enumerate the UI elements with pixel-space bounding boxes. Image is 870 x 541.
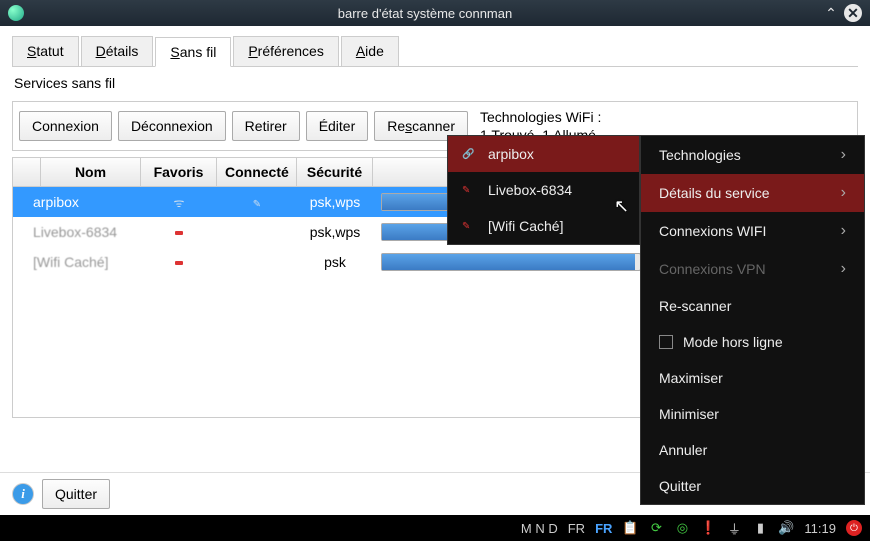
row-name: arpibox: [13, 190, 141, 214]
col-fav[interactable]: Favoris: [141, 158, 217, 186]
row-fav: [141, 250, 217, 274]
mainmenu-label: Détails du service: [659, 185, 770, 201]
mainmenu-label: Quitter: [659, 478, 701, 494]
chevron-right-icon: ›: [841, 184, 846, 202]
wifi-tray-icon[interactable]: ⏚: [726, 520, 742, 536]
tab-aide[interactable]: Aide: [341, 36, 399, 66]
col-sec[interactable]: Sécurité: [297, 158, 373, 186]
mainmenu-item[interactable]: Re-scanner: [641, 288, 864, 324]
submenu-label: [Wifi Caché]: [488, 218, 563, 234]
sync-icon[interactable]: ⟳: [648, 520, 664, 536]
mainmenu-label: Maximiser: [659, 370, 723, 386]
chevron-right-icon: ›: [841, 222, 846, 240]
row-conn: [217, 258, 297, 266]
row-name: [Wifi Caché]: [13, 250, 141, 274]
submenu-label: arpibox: [488, 146, 534, 162]
row-conn: [217, 228, 297, 236]
taskbar: M N D FR FR 📋 ⟳ ◎ ❗ ⏚ ▮ 🔊 11:19 ⏻: [0, 515, 870, 541]
col-empty[interactable]: [13, 158, 41, 186]
swirl-icon[interactable]: ◎: [674, 520, 690, 536]
col-name[interactable]: Nom: [41, 158, 141, 186]
mainmenu-label: Connexions WIFI: [659, 223, 766, 239]
link-icon: ✎: [462, 221, 474, 232]
link-icon: 🔗: [462, 149, 474, 160]
mainmenu-label: Minimiser: [659, 406, 719, 422]
mainmenu-item[interactable]: Connexions VPN ›: [641, 250, 864, 288]
lang-inactive[interactable]: FR: [568, 521, 585, 536]
shade-button[interactable]: ⌃: [822, 4, 840, 22]
row-fav: [141, 220, 217, 244]
tray-context-menu: Technologies›Détails du service›Connexio…: [640, 135, 865, 505]
submenu-item[interactable]: ✎ [Wifi Caché]: [448, 208, 639, 244]
row-sec: psk,wps: [297, 220, 373, 244]
tech-line1: Technologies WiFi :: [480, 108, 601, 126]
submenu-item[interactable]: 🔗 arpibox: [448, 136, 639, 172]
mainmenu-item[interactable]: Minimiser: [641, 396, 864, 432]
mainmenu-item[interactable]: Mode hors ligne: [641, 324, 864, 360]
service-submenu: 🔗 arpibox ✎ Livebox-6834 ✎ [Wifi Caché]: [447, 135, 640, 245]
row-sec: psk,wps: [297, 190, 373, 214]
submenu-item[interactable]: ✎ Livebox-6834: [448, 172, 639, 208]
close-button[interactable]: ✕: [844, 4, 862, 22]
chevron-right-icon: ›: [841, 260, 846, 278]
mainmenu-label: Annuler: [659, 442, 707, 458]
chevron-right-icon: ›: [841, 146, 846, 164]
taskbar-indicators: M N D: [521, 521, 558, 536]
disconnect-button[interactable]: Déconnexion: [118, 111, 226, 141]
mainmenu-item[interactable]: Annuler: [641, 432, 864, 468]
connect-button[interactable]: Connexion: [19, 111, 112, 141]
notes-icon[interactable]: 📋: [622, 520, 638, 536]
power-icon[interactable]: ⏻: [846, 520, 862, 536]
edit-button[interactable]: Éditer: [306, 111, 369, 141]
clock[interactable]: 11:19: [804, 521, 836, 536]
info-icon[interactable]: i: [12, 483, 34, 505]
quit-button[interactable]: Quitter: [42, 479, 110, 509]
mainmenu-label: Re-scanner: [659, 298, 731, 314]
mainmenu-item[interactable]: Quitter: [641, 468, 864, 504]
mainmenu-item[interactable]: Maximiser: [641, 360, 864, 396]
volume-icon[interactable]: 🔊: [778, 520, 794, 536]
tab-statut[interactable]: Statut: [12, 36, 79, 66]
tab-preferences[interactable]: Préférences: [233, 36, 339, 66]
alert-icon[interactable]: ❗: [700, 520, 716, 536]
row-fav: ᯤ: [141, 190, 217, 215]
tab-sansfil[interactable]: Sans fil: [155, 37, 231, 67]
window-titlebar: barre d'état système connman ⌃ ✕: [0, 0, 870, 26]
mainmenu-label: Connexions VPN: [659, 261, 766, 277]
mainmenu-item[interactable]: Technologies ›: [641, 136, 864, 174]
mainmenu-item[interactable]: Détails du service ›: [641, 174, 864, 212]
app-icon: [8, 5, 24, 21]
row-sec: psk: [297, 250, 373, 274]
tab-bar: Statut Détails Sans fil Préférences Aide: [12, 36, 858, 67]
lang-active[interactable]: FR: [595, 521, 612, 536]
tab-details[interactable]: Détails: [81, 36, 154, 66]
mainmenu-item[interactable]: Connexions WIFI ›: [641, 212, 864, 250]
row-conn: ✎: [217, 190, 297, 214]
row-name: Livebox-6834: [13, 220, 141, 244]
remove-button[interactable]: Retirer: [232, 111, 300, 141]
mainmenu-label: Mode hors ligne: [683, 334, 783, 350]
window-title: barre d'état système connman: [32, 6, 818, 21]
battery-icon[interactable]: ▮: [752, 520, 768, 536]
section-label: Services sans fil: [14, 75, 858, 91]
col-conn[interactable]: Connecté: [217, 158, 297, 186]
checkbox-icon: [659, 335, 673, 349]
link-icon: ✎: [462, 185, 474, 196]
mainmenu-label: Technologies: [659, 147, 741, 163]
submenu-label: Livebox-6834: [488, 182, 572, 198]
